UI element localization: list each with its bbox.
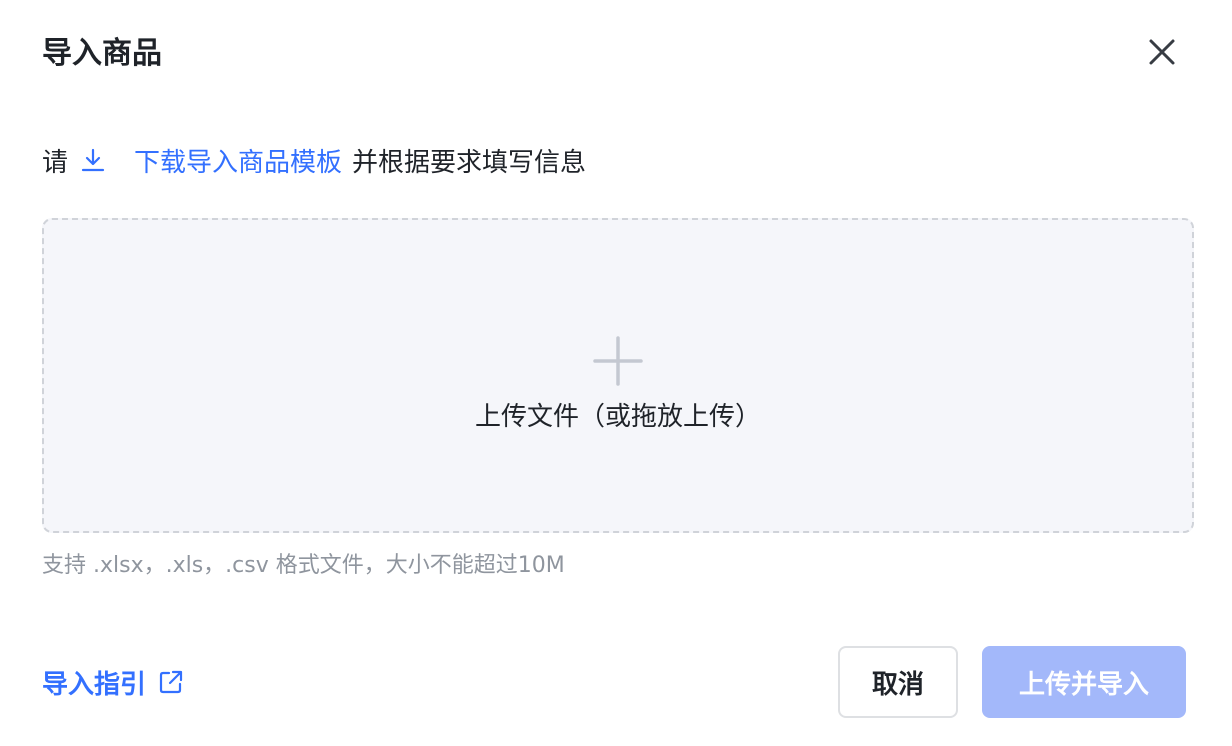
upload-and-import-button[interactable]: 上传并导入 [982, 646, 1186, 718]
import-products-dialog: 导入商品 请 下载导入商品模板 并根据要求填写信息 上传文件（或拖放上传） 支持… [0, 0, 1232, 746]
instruction-prefix: 请 [42, 147, 69, 178]
plus-icon [593, 336, 643, 390]
dialog-title: 导入商品 [42, 36, 162, 71]
cancel-button[interactable]: 取消 [838, 646, 958, 718]
download-icon[interactable] [80, 147, 106, 173]
import-guide-link[interactable]: 导入指引 [42, 662, 184, 702]
external-link-icon [158, 669, 184, 695]
file-dropzone[interactable]: 上传文件（或拖放上传） [42, 218, 1194, 533]
instruction-line: 请 下载导入商品模板 并根据要求填写信息 [42, 140, 586, 180]
close-icon [1147, 37, 1177, 71]
file-format-hint: 支持 .xlsx，.xls，.csv 格式文件，大小不能超过10M [42, 553, 565, 578]
import-guide-label: 导入指引 [42, 669, 147, 700]
instruction-suffix: 并根据要求填写信息 [352, 147, 587, 178]
download-template-link[interactable]: 下载导入商品模板 [134, 142, 342, 179]
dropzone-label: 上传文件（或拖放上传） [474, 402, 761, 432]
close-button[interactable] [1142, 34, 1182, 74]
